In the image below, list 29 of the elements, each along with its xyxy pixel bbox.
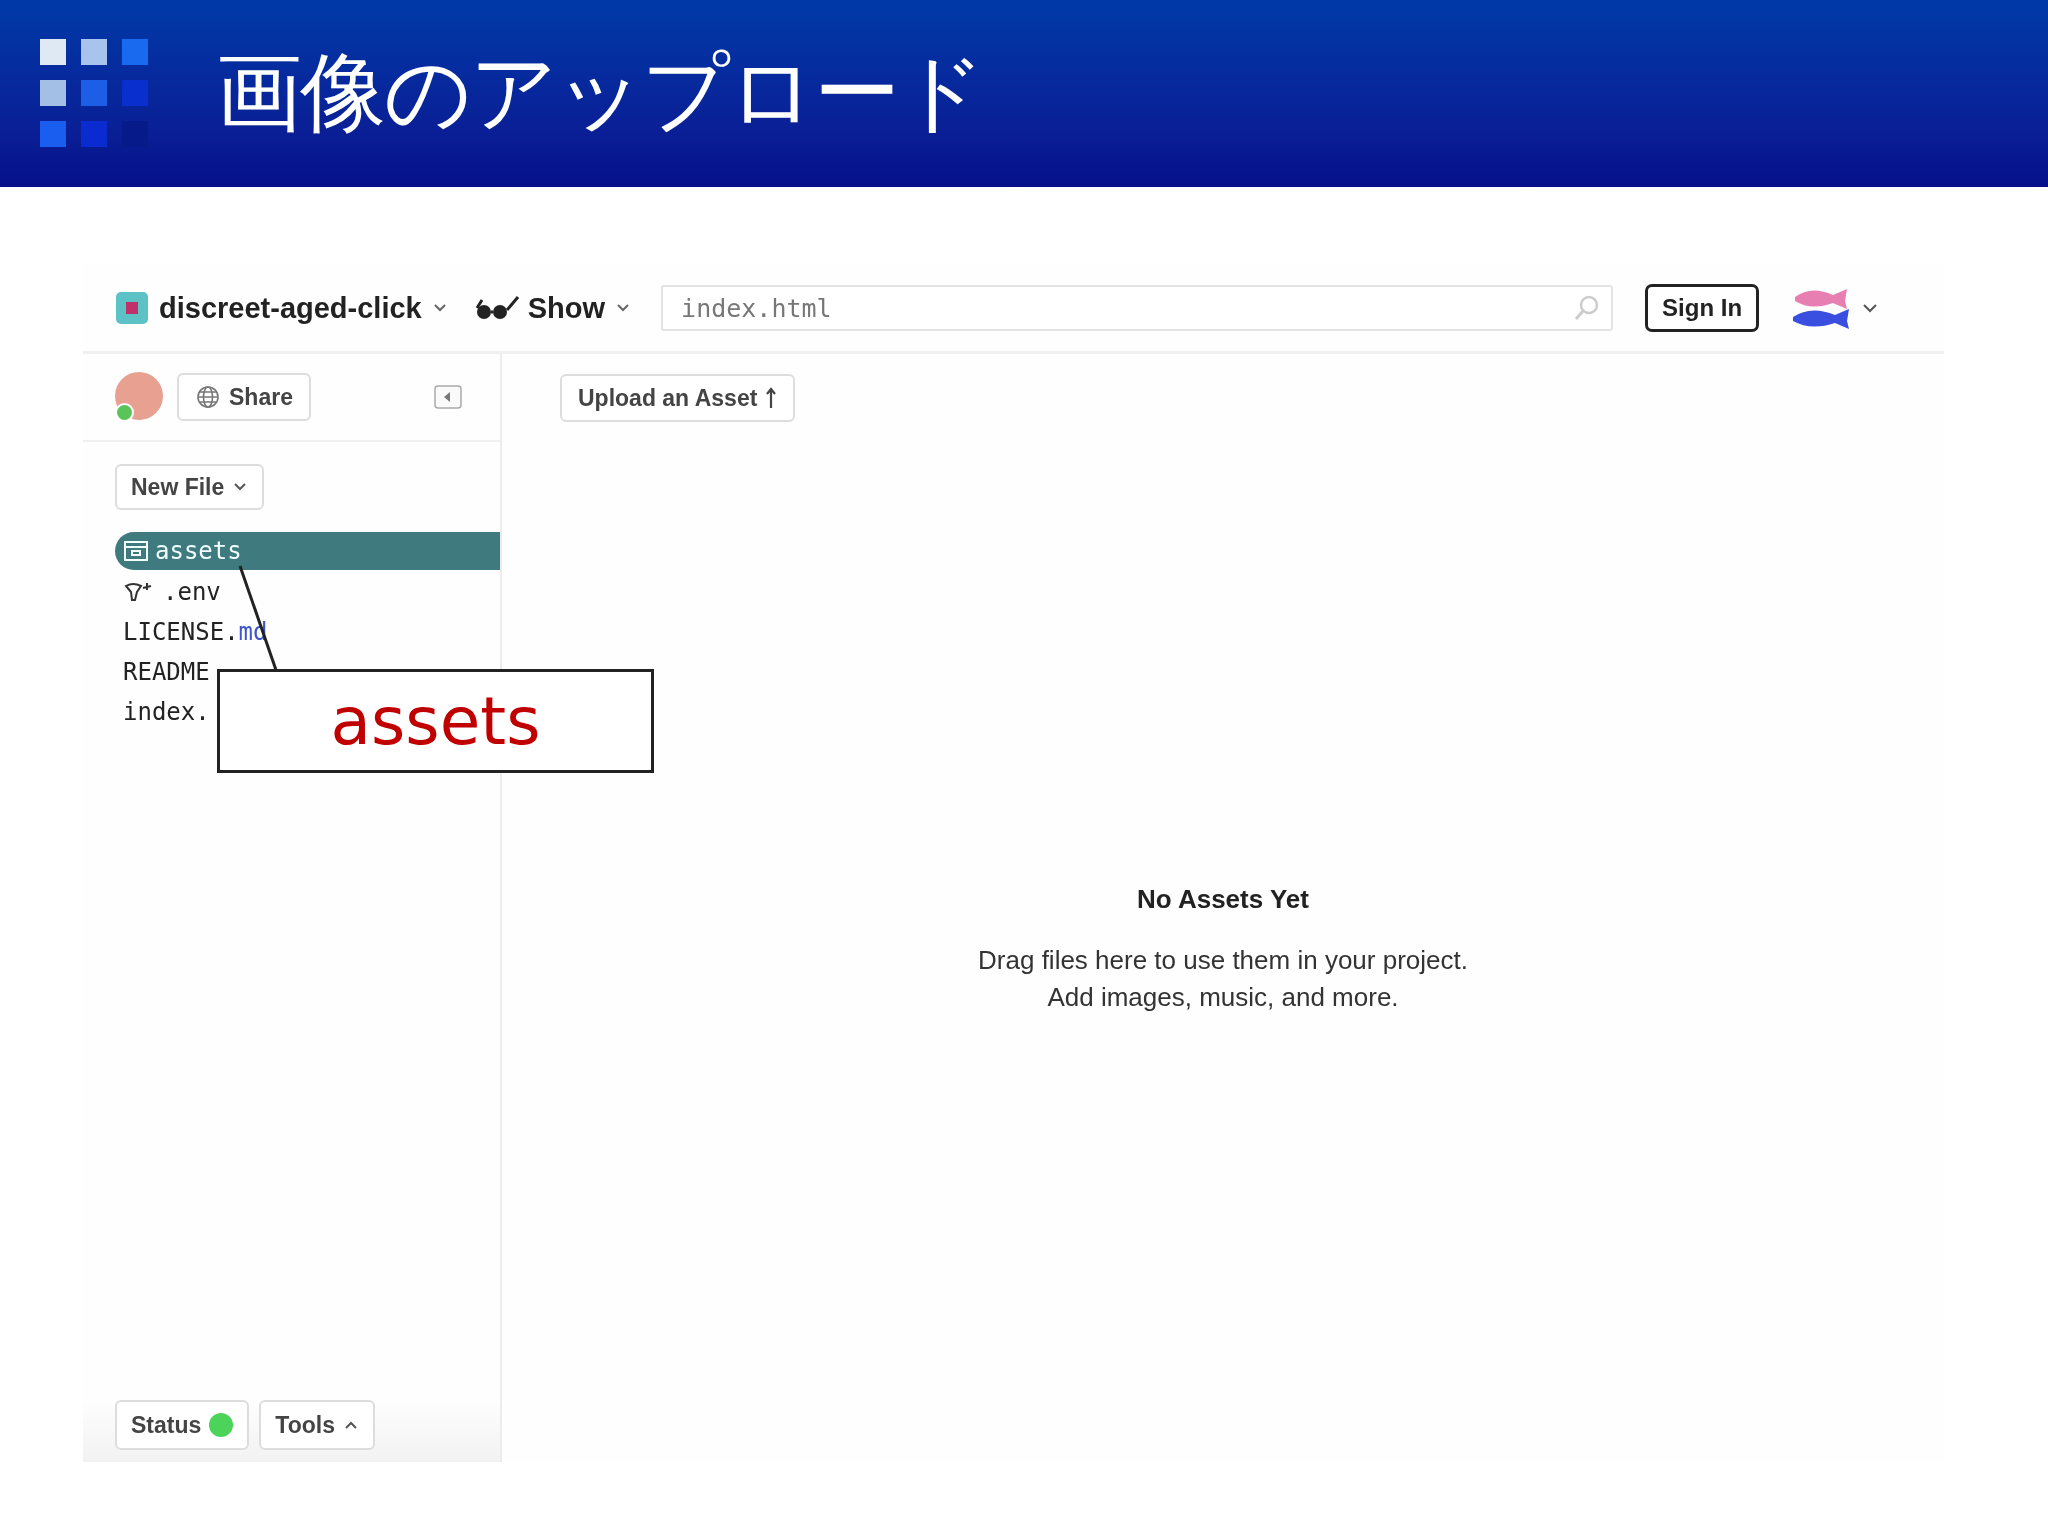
empty-state-title: No Assets Yet <box>1137 884 1309 915</box>
slide-title: 画像のアップロード <box>216 41 984 144</box>
grid-logo-icon <box>40 38 150 149</box>
collapse-sidebar-icon[interactable] <box>434 385 462 409</box>
callout-label: assets <box>217 669 654 773</box>
share-button[interactable]: Share <box>177 373 311 421</box>
show-dropdown[interactable]: Show <box>527 291 632 325</box>
empty-state-text: Add images, music, and more. <box>1047 982 1399 1013</box>
glasses-icon <box>473 294 520 322</box>
caret-icon[interactable] <box>1861 302 1880 314</box>
empty-state-text: Drag files here to use them in your project. <box>978 945 1468 976</box>
status-button[interactable]: Status <box>115 1400 250 1450</box>
folder-icon <box>123 539 149 563</box>
new-file-button[interactable]: New File <box>115 464 265 510</box>
globe-icon <box>195 384 221 410</box>
tools-button[interactable]: Tools <box>259 1400 375 1450</box>
file-item[interactable]: assets <box>115 532 500 570</box>
chevron-down-icon <box>232 481 249 493</box>
file-item[interactable]: README <box>115 652 210 692</box>
file-item[interactable]: index. <box>115 692 210 732</box>
search-field[interactable]: index.html <box>661 285 1614 331</box>
chevron-down-icon <box>615 302 632 314</box>
project-name-dropdown[interactable]: discreet-aged-click <box>159 291 448 325</box>
upload-asset-button[interactable]: Upload an Asset <box>560 374 796 422</box>
chevron-down-icon <box>431 302 448 314</box>
project-icon <box>115 291 149 325</box>
arrow-up-icon <box>765 386 778 410</box>
file-item[interactable]: .env <box>115 572 221 612</box>
sign-in-button[interactable]: Sign In <box>1645 284 1760 332</box>
